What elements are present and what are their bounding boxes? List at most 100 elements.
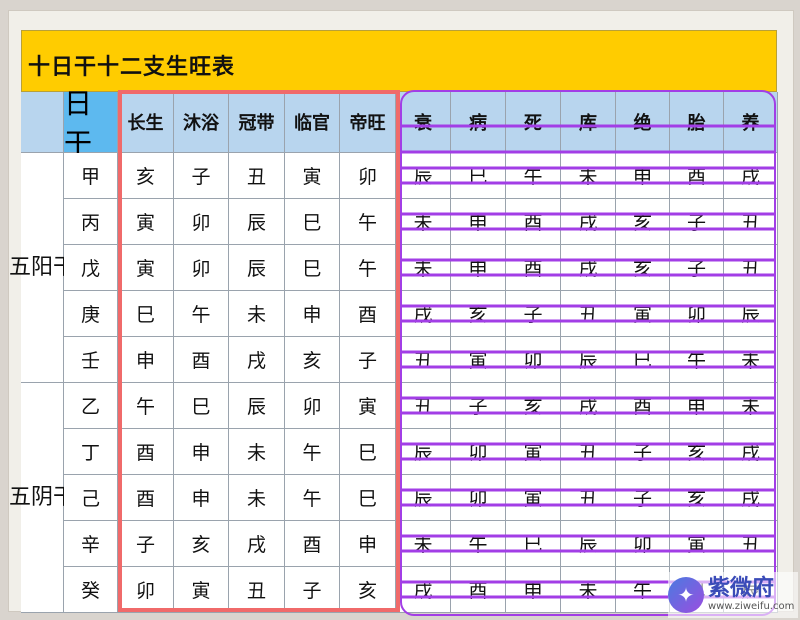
branch-cell: 申 — [340, 521, 396, 567]
branch-cell: 子 — [670, 199, 724, 245]
group-label-char: 五 — [8, 484, 31, 510]
branch-cell: 寅 — [118, 245, 174, 291]
branch-cell: 子 — [616, 475, 670, 521]
stage-header: 养 — [724, 92, 778, 153]
branch-cell: 戌 — [396, 291, 451, 337]
stage-header: 帝旺 — [340, 92, 396, 153]
branch-cell: 巳 — [616, 337, 670, 383]
branch-cell: 巳 — [285, 245, 340, 291]
branch-cell: 酉 — [506, 245, 561, 291]
branch-cell: 未 — [561, 567, 616, 613]
branch-cell: 丑 — [561, 291, 616, 337]
branch-cell: 寅 — [616, 291, 670, 337]
stage-header: 沐浴 — [174, 92, 229, 153]
day-stem-cell: 戊 — [64, 245, 118, 291]
table-title: 十日干十二支生旺表 — [28, 55, 236, 80]
stage-header: 病 — [451, 92, 506, 153]
branch-cell: 亥 — [616, 245, 670, 291]
day-stem-cell: 庚 — [64, 291, 118, 337]
branch-cell: 亥 — [670, 475, 724, 521]
day-stem-cell: 辛 — [64, 521, 118, 567]
branch-cell: 辰 — [724, 291, 778, 337]
branch-cell: 子 — [340, 337, 396, 383]
day-stem-cell: 丙 — [64, 199, 118, 245]
branch-cell: 子 — [616, 429, 670, 475]
branch-cell: 丑 — [396, 383, 451, 429]
day-stem-cell: 癸 — [64, 567, 118, 613]
branch-cell: 卯 — [506, 337, 561, 383]
header-corner — [21, 92, 64, 153]
branch-cell: 申 — [174, 429, 229, 475]
branch-cell: 申 — [616, 153, 670, 199]
branch-cell: 午 — [340, 199, 396, 245]
branch-cell: 寅 — [506, 429, 561, 475]
branch-cell: 卯 — [340, 153, 396, 199]
branch-cell: 酉 — [118, 475, 174, 521]
stage-header: 绝 — [616, 92, 670, 153]
branch-cell: 子 — [670, 245, 724, 291]
day-stem-cell: 壬 — [64, 337, 118, 383]
stem-group-label: 五阳干 — [9, 153, 75, 383]
group-label-char: 阴 — [31, 484, 54, 510]
branch-cell: 戌 — [229, 521, 285, 567]
branch-cell: 辰 — [561, 337, 616, 383]
branch-cell: 酉 — [174, 337, 229, 383]
watermark-url: www.ziweifu.com — [708, 601, 795, 612]
branch-cell: 巳 — [451, 153, 506, 199]
day-stem-cell: 己 — [64, 475, 118, 521]
stem-group-label: 五阴干 — [9, 383, 75, 613]
branch-cell: 申 — [451, 199, 506, 245]
branch-cell: 戌 — [561, 199, 616, 245]
branch-cell: 寅 — [174, 567, 229, 613]
branch-cell: 子 — [174, 153, 229, 199]
branch-cell: 丑 — [724, 521, 778, 567]
branch-cell: 午 — [616, 567, 670, 613]
branch-cell: 巳 — [340, 475, 396, 521]
day-stem-cell: 丁 — [64, 429, 118, 475]
branch-cell: 卯 — [451, 475, 506, 521]
branch-cell: 亥 — [285, 337, 340, 383]
branch-cell: 亥 — [174, 521, 229, 567]
branch-cell: 丑 — [561, 429, 616, 475]
branch-cell: 未 — [396, 199, 451, 245]
branch-cell: 戌 — [561, 383, 616, 429]
branch-cell: 卯 — [670, 291, 724, 337]
title-bar: 十日干十二支生旺表 — [21, 30, 777, 92]
branch-cell: 巳 — [340, 429, 396, 475]
branch-cell: 未 — [229, 429, 285, 475]
branch-cell: 戌 — [396, 567, 451, 613]
branch-cell: 丑 — [561, 475, 616, 521]
branch-cell: 午 — [118, 383, 174, 429]
branch-cell: 卯 — [118, 567, 174, 613]
branch-cell: 子 — [118, 521, 174, 567]
branch-cell: 亥 — [616, 199, 670, 245]
branch-cell: 子 — [506, 291, 561, 337]
branch-cell: 子 — [285, 567, 340, 613]
branch-cell: 卯 — [285, 383, 340, 429]
branch-cell: 未 — [396, 521, 451, 567]
branch-cell: 丑 — [396, 337, 451, 383]
branch-cell: 申 — [506, 567, 561, 613]
branch-cell: 戌 — [724, 475, 778, 521]
branch-cell: 辰 — [396, 475, 451, 521]
stage-header: 死 — [506, 92, 561, 153]
branch-cell: 申 — [670, 383, 724, 429]
branch-cell: 申 — [285, 291, 340, 337]
branch-cell: 巳 — [118, 291, 174, 337]
branch-cell: 丑 — [229, 153, 285, 199]
branch-cell: 未 — [561, 153, 616, 199]
branch-cell: 戌 — [724, 153, 778, 199]
branch-cell: 午 — [285, 429, 340, 475]
branch-cell: 巳 — [285, 199, 340, 245]
branch-cell: 午 — [451, 521, 506, 567]
branch-cell: 酉 — [616, 383, 670, 429]
branch-cell: 寅 — [670, 521, 724, 567]
branch-cell: 亥 — [670, 429, 724, 475]
branch-cell: 寅 — [285, 153, 340, 199]
branch-cell: 亥 — [506, 383, 561, 429]
branch-cell: 未 — [724, 383, 778, 429]
stage-header: 冠带 — [229, 92, 285, 153]
branch-cell: 寅 — [340, 383, 396, 429]
branch-cell: 卯 — [174, 245, 229, 291]
branch-cell: 申 — [451, 245, 506, 291]
